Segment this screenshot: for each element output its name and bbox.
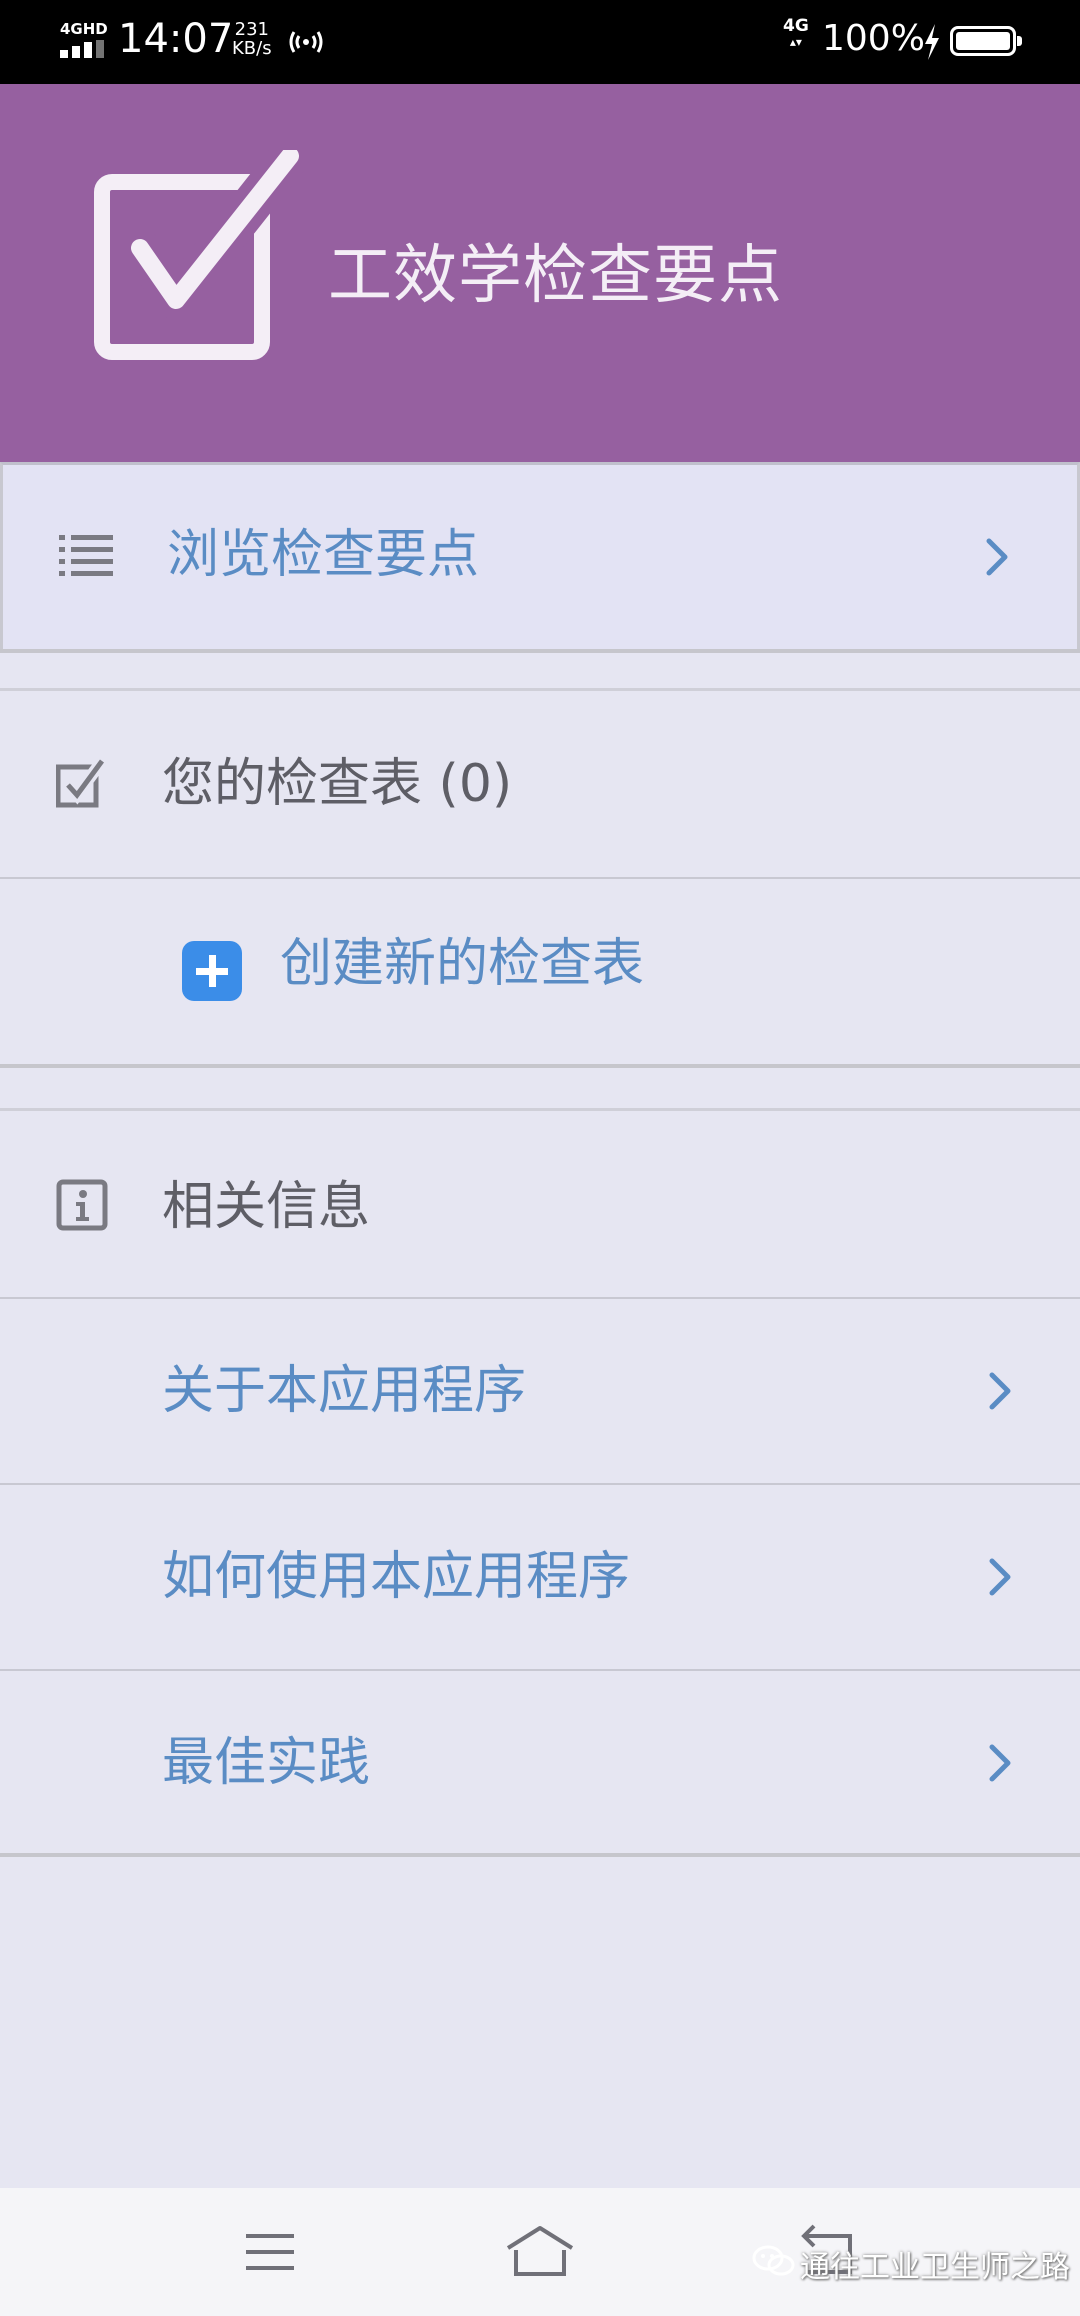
checkbox-check-icon	[94, 150, 310, 360]
info-icon	[56, 1179, 108, 1231]
charging-icon	[925, 24, 939, 60]
watermark-text: 通往工业卫生师之路	[800, 2250, 1070, 2285]
list-icon	[59, 535, 113, 576]
battery-percent: 100%	[822, 18, 925, 59]
app-header: 工效学检查要点	[0, 84, 1080, 462]
status-bar: 4GHD 14:07 231 KB/s 4G ▴▾ 100%	[0, 0, 1080, 84]
chevron-right-icon	[989, 1744, 1011, 1782]
related-info-label: 相关信息	[162, 1177, 371, 1237]
how-to-use-label: 如何使用本应用程序	[162, 1547, 631, 1607]
chevron-right-icon	[989, 1558, 1011, 1596]
browse-checkpoints-label: 浏览检查要点	[167, 525, 480, 585]
home-icon[interactable]	[480, 2188, 600, 2316]
create-checklist-row[interactable]: 创建新的检查表	[0, 879, 1080, 1065]
battery-fill	[956, 32, 1010, 50]
battery-icon	[950, 26, 1022, 56]
network-speed-value: 231	[234, 19, 269, 40]
plus-icon	[182, 941, 242, 1001]
mobile-data-indicator: 4G ▴▾	[783, 18, 809, 50]
browse-checkpoints-row[interactable]: 浏览检查要点	[0, 462, 1080, 652]
about-app-row[interactable]: 关于本应用程序	[0, 1299, 1080, 1483]
best-practices-label: 最佳实践	[162, 1733, 371, 1793]
app-screen: 4GHD 14:07 231 KB/s 4G ▴▾ 100% 工效学检查要点 浏…	[0, 0, 1080, 2316]
network-speed: 231 KB/s	[232, 20, 272, 58]
how-to-use-row[interactable]: 如何使用本应用程序	[0, 1485, 1080, 1669]
menu-icon[interactable]	[210, 2188, 330, 2316]
create-checklist-label: 创建新的检查表	[280, 934, 645, 994]
hotspot-icon	[289, 31, 323, 53]
network-type-label: 4GHD	[60, 20, 108, 38]
wechat-icon	[752, 2245, 795, 2276]
best-practices-row[interactable]: 最佳实践	[0, 1671, 1080, 1855]
checklists-header-row: 您的检查表 (0)	[0, 691, 1080, 877]
network-speed-unit: KB/s	[232, 38, 272, 59]
your-checklists-label: 您的检查表 (0)	[162, 754, 513, 814]
divider	[0, 1064, 1080, 1068]
signal-icon	[60, 40, 104, 58]
related-info-header-row: 相关信息	[0, 1111, 1080, 1297]
about-app-label: 关于本应用程序	[162, 1361, 527, 1421]
chevron-right-icon	[986, 538, 1008, 576]
app-title: 工效学检查要点	[328, 239, 783, 313]
chevron-right-icon	[989, 1372, 1011, 1410]
mobile-data-label: 4G	[783, 16, 809, 36]
divider	[0, 649, 1080, 653]
data-arrows-icon: ▴▾	[789, 35, 802, 49]
divider	[0, 1853, 1080, 1857]
clock: 14:07	[118, 16, 234, 62]
checked-box-icon	[56, 759, 106, 808]
